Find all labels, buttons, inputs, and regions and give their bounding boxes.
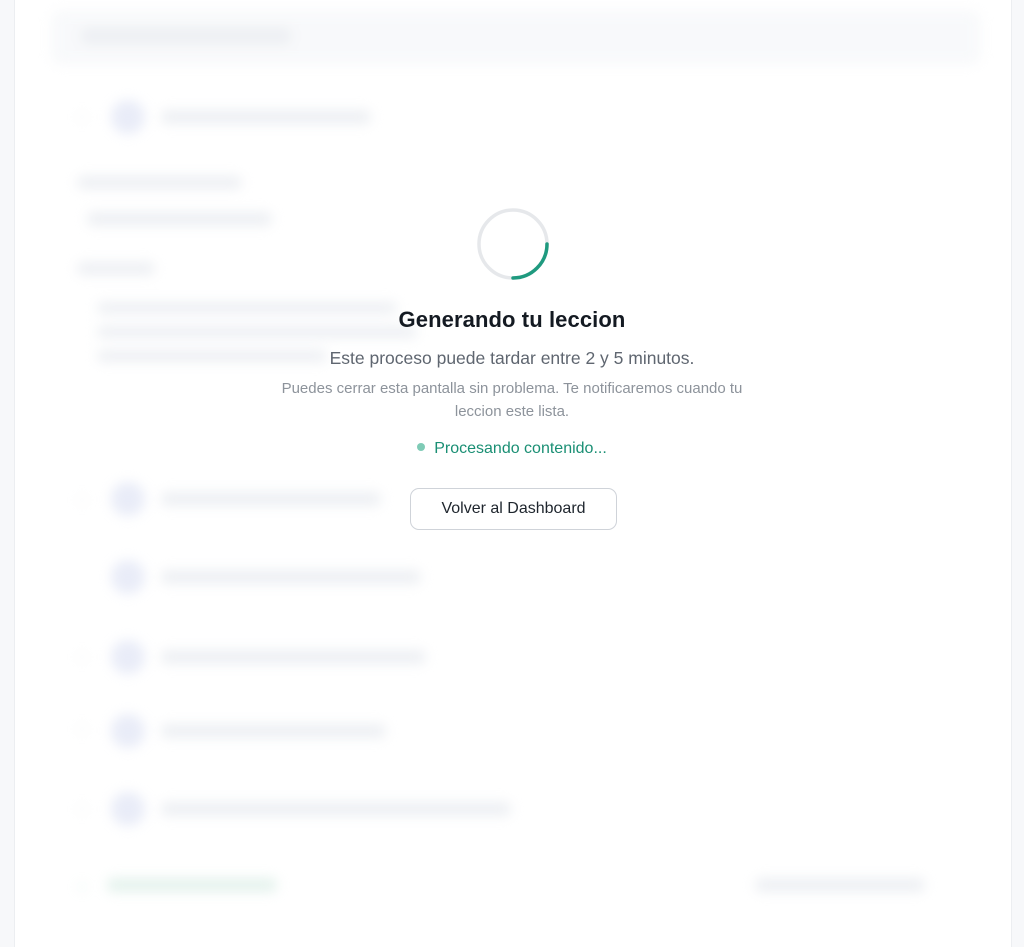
modal-note: Puedes cerrar esta pantalla sin problema…	[281, 380, 743, 420]
processing-status: Procesando contenido...	[0, 440, 1024, 458]
back-to-dashboard-button[interactable]: Volver al Dashboard	[410, 488, 617, 530]
spinner-arc	[511, 242, 549, 280]
modal-title: Generando tu leccion	[398, 307, 626, 332]
loading-spinner-icon	[477, 208, 549, 280]
status-dot-icon	[417, 443, 426, 451]
loading-overlay: Generando tu leccion Este proceso puede …	[0, 0, 1024, 947]
modal-subtitle: Este proceso puede tardar entre 2 y 5 mi…	[329, 348, 695, 368]
status-text: Procesando contenido...	[434, 440, 607, 457]
